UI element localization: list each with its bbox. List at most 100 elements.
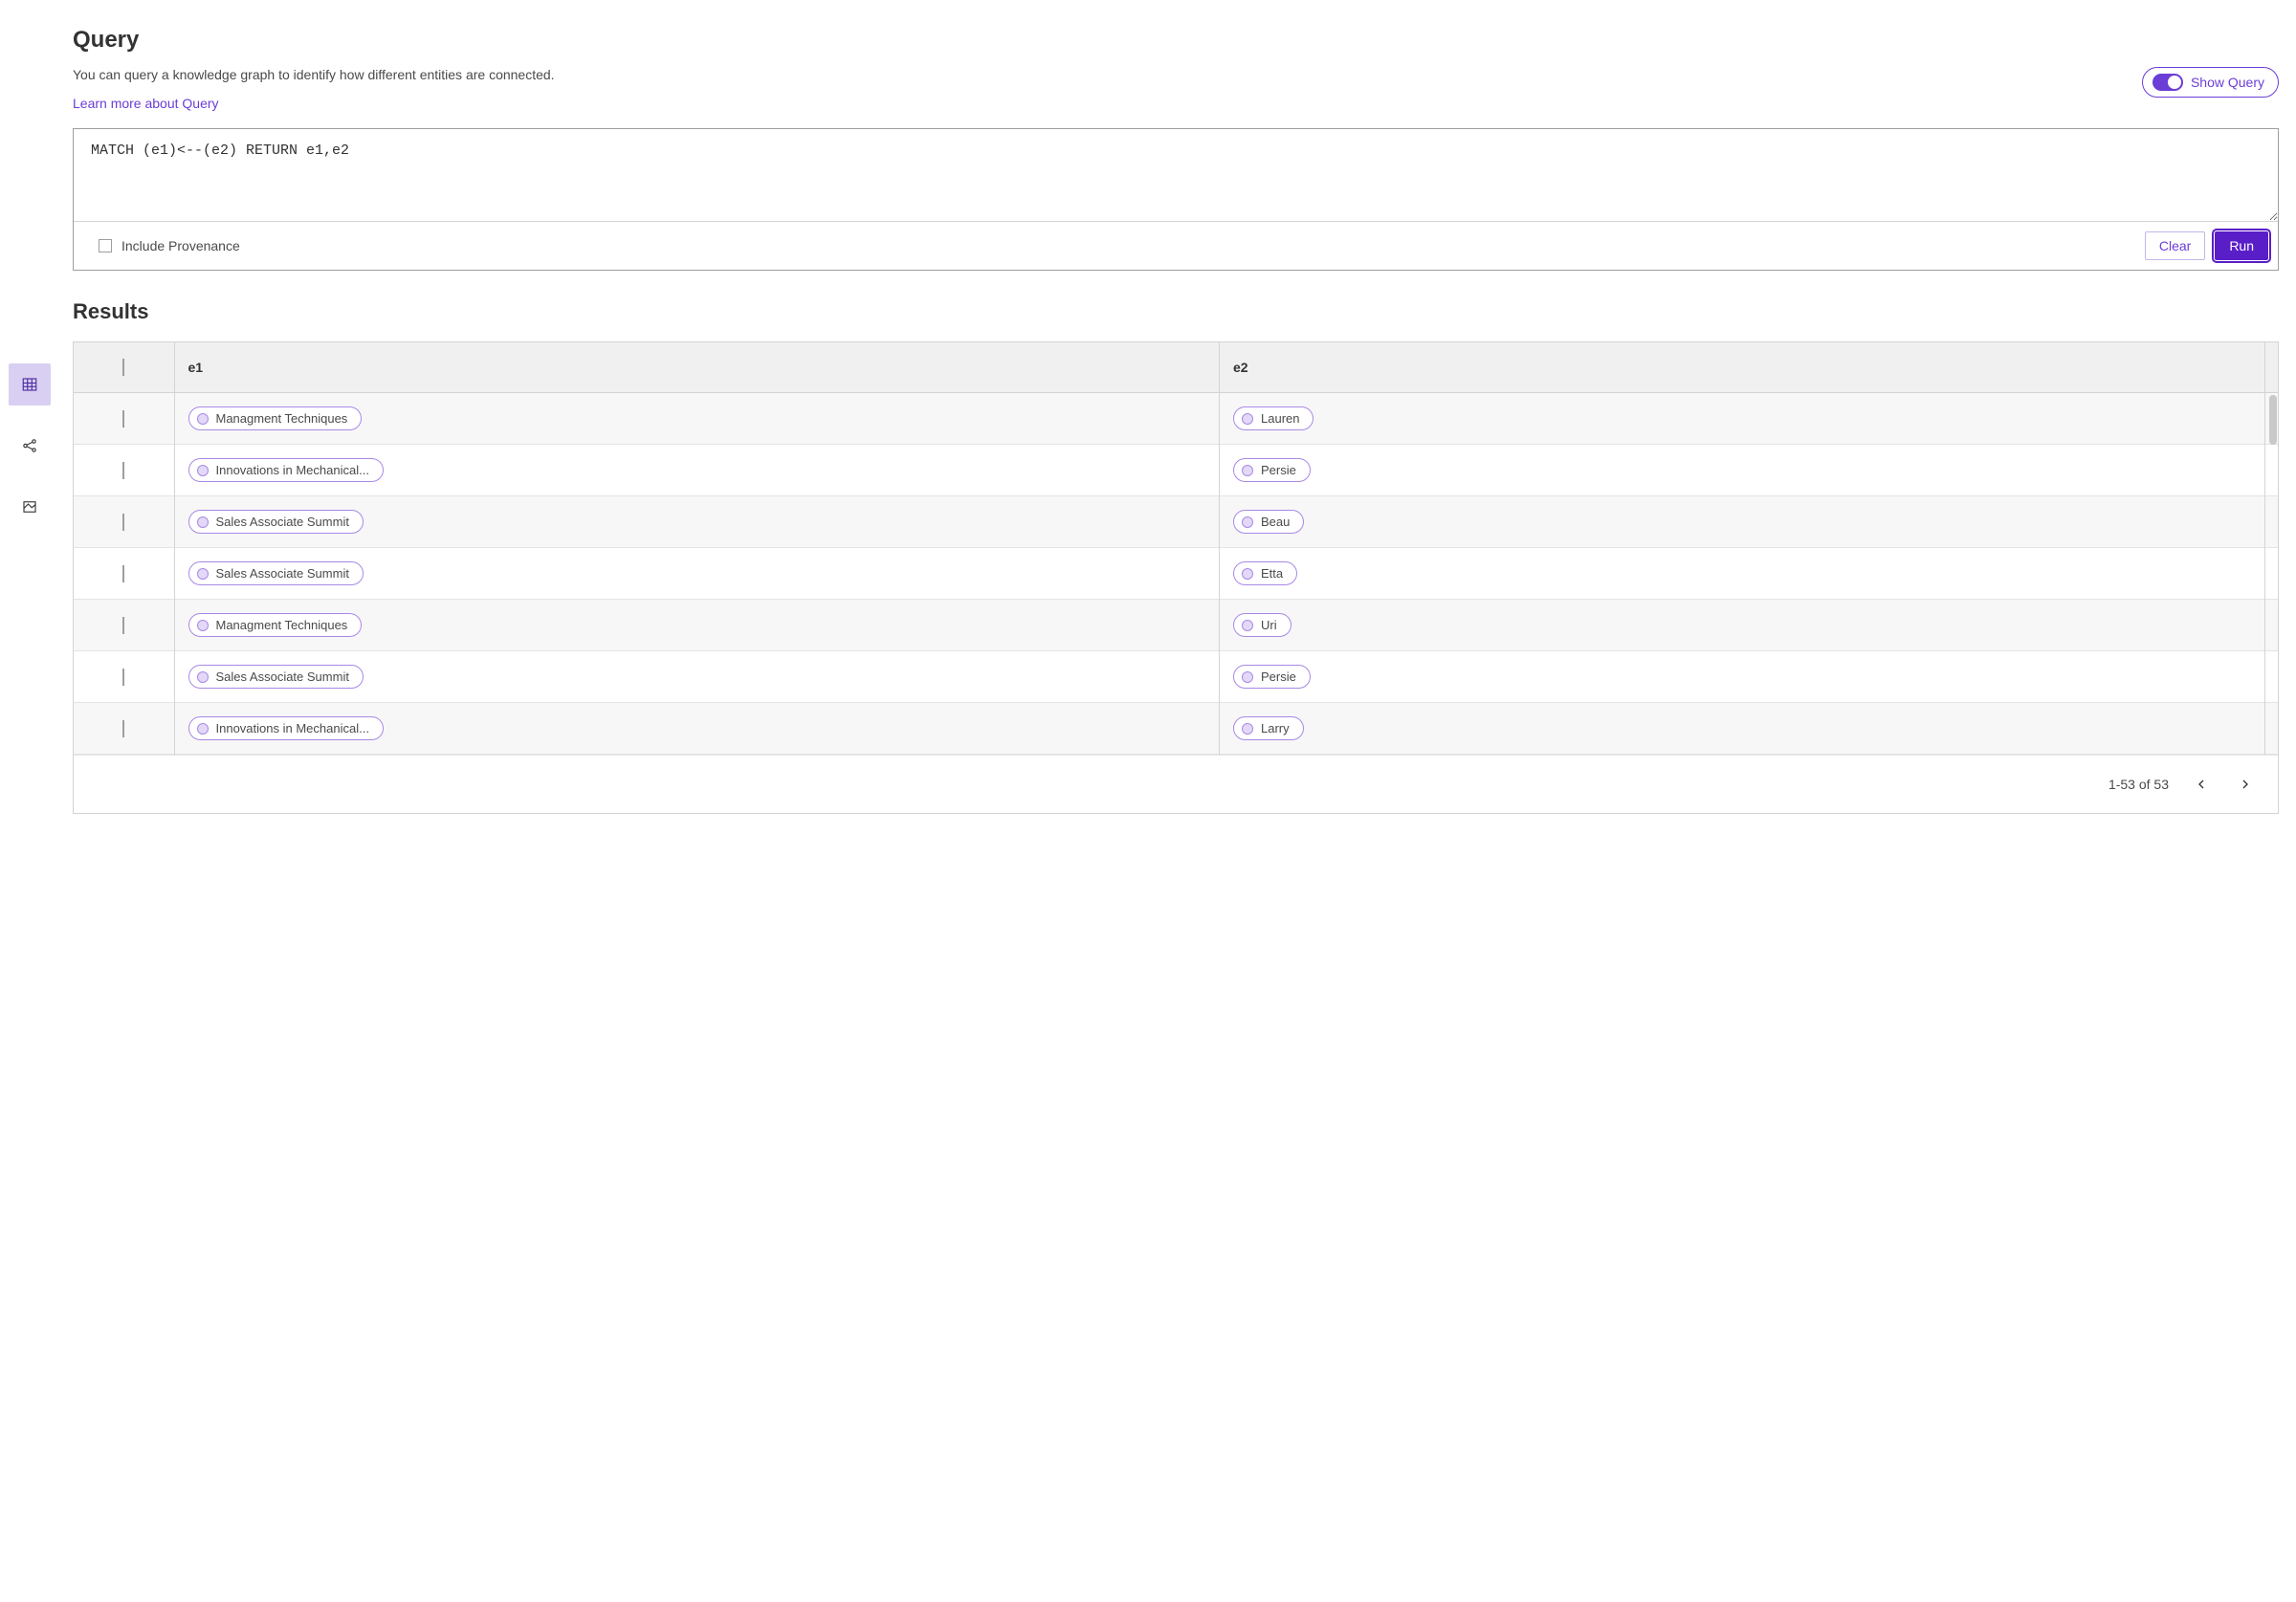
entity-pill[interactable]: Sales Associate Summit <box>188 561 364 585</box>
dot-icon <box>1242 465 1253 476</box>
row-select[interactable] <box>74 703 174 755</box>
sidebar-card-view[interactable] <box>9 486 51 528</box>
entity-label: Sales Associate Summit <box>216 566 349 581</box>
entity-label: Innovations in Mechanical... <box>216 721 369 735</box>
entity-label: Innovations in Mechanical... <box>216 463 369 477</box>
dot-icon <box>1242 413 1253 425</box>
table-row: Managment Techniques Lauren <box>74 393 2278 445</box>
row-select[interactable] <box>74 548 174 600</box>
entity-label: Sales Associate Summit <box>216 515 349 529</box>
entity-label: Managment Techniques <box>216 411 348 426</box>
cell-spacer <box>2264 445 2278 496</box>
run-button[interactable]: Run <box>2215 231 2268 260</box>
checkbox-icon <box>122 462 124 479</box>
include-provenance-label: Include Provenance <box>121 238 240 253</box>
dot-icon <box>197 516 209 528</box>
pagination-next[interactable] <box>2234 773 2257 796</box>
entity-pill[interactable]: Sales Associate Summit <box>188 510 364 534</box>
query-editor: Include Provenance Clear Run <box>73 128 2279 271</box>
toggle-switch-icon <box>2152 74 2183 91</box>
learn-more-link[interactable]: Learn more about Query <box>73 96 219 111</box>
entity-label: Persie <box>1261 463 1296 477</box>
graph-icon <box>21 437 38 454</box>
entity-label: Lauren <box>1261 411 1299 426</box>
entity-pill[interactable]: Persie <box>1233 665 1311 689</box>
checkbox-icon <box>122 617 124 634</box>
dot-icon <box>197 568 209 580</box>
cell-spacer <box>2264 600 2278 651</box>
entity-pill[interactable]: Persie <box>1233 458 1311 482</box>
dot-icon <box>1242 671 1253 683</box>
entity-label: Etta <box>1261 566 1283 581</box>
column-header-e1[interactable]: e1 <box>174 342 1220 393</box>
checkbox-icon <box>122 514 124 531</box>
entity-label: Persie <box>1261 669 1296 684</box>
table-row: Innovations in Mechanical... Persie <box>74 445 2278 496</box>
column-header-e2[interactable]: e2 <box>1220 342 2265 393</box>
entity-pill[interactable]: Sales Associate Summit <box>188 665 364 689</box>
dot-icon <box>197 671 209 683</box>
entity-pill[interactable]: Uri <box>1233 613 1292 637</box>
checkbox-icon <box>122 410 124 428</box>
row-select[interactable] <box>74 393 174 445</box>
checkbox-icon <box>99 239 112 252</box>
cell-spacer <box>2264 703 2278 755</box>
sidebar-graph-view[interactable] <box>9 425 51 467</box>
card-icon <box>21 498 38 516</box>
scrollbar[interactable] <box>2269 395 2277 445</box>
dot-icon <box>1242 516 1253 528</box>
sidebar-table-view[interactable] <box>9 363 51 406</box>
checkbox-icon <box>122 669 124 686</box>
row-select[interactable] <box>74 445 174 496</box>
cell-spacer <box>2264 496 2278 548</box>
entity-pill[interactable]: Innovations in Mechanical... <box>188 458 384 482</box>
show-query-label: Show Query <box>2191 75 2264 90</box>
table-row: Sales Associate Summit Beau <box>74 496 2278 548</box>
select-all-header[interactable] <box>74 342 174 393</box>
entity-pill[interactable]: Beau <box>1233 510 1304 534</box>
entity-pill[interactable]: Larry <box>1233 716 1304 740</box>
row-select[interactable] <box>74 496 174 548</box>
dot-icon <box>197 465 209 476</box>
cell-spacer <box>2264 548 2278 600</box>
results-table: e1 e2 Managment Techniques Lauren Innovati… <box>73 341 2279 814</box>
entity-pill[interactable]: Etta <box>1233 561 1297 585</box>
page-subtitle: You can query a knowledge graph to ident… <box>73 67 555 82</box>
chevron-right-icon <box>2238 777 2253 792</box>
row-select[interactable] <box>74 651 174 703</box>
entity-label: Uri <box>1261 618 1277 632</box>
query-textarea[interactable] <box>74 129 2278 221</box>
entity-label: Beau <box>1261 515 1290 529</box>
dot-icon <box>1242 723 1253 735</box>
results-title: Results <box>73 299 2279 324</box>
entity-label: Managment Techniques <box>216 618 348 632</box>
entity-pill[interactable]: Managment Techniques <box>188 613 363 637</box>
dot-icon <box>197 723 209 735</box>
page-title: Query <box>73 27 2279 54</box>
entity-label: Larry <box>1261 721 1290 735</box>
dot-icon <box>197 413 209 425</box>
row-select[interactable] <box>74 600 174 651</box>
dot-icon <box>197 620 209 631</box>
column-spacer <box>2264 342 2278 393</box>
pagination-prev[interactable] <box>2190 773 2213 796</box>
pagination-range: 1-53 of 53 <box>2108 777 2169 792</box>
clear-button[interactable]: Clear <box>2145 231 2205 260</box>
entity-label: Sales Associate Summit <box>216 669 349 684</box>
entity-pill[interactable]: Managment Techniques <box>188 406 363 430</box>
checkbox-icon <box>122 359 124 376</box>
include-provenance-checkbox[interactable]: Include Provenance <box>99 238 240 253</box>
dot-icon <box>1242 568 1253 580</box>
chevron-left-icon <box>2194 777 2209 792</box>
table-icon <box>21 376 38 393</box>
table-row: Sales Associate Summit Etta <box>74 548 2278 600</box>
cell-spacer <box>2264 651 2278 703</box>
entity-pill[interactable]: Innovations in Mechanical... <box>188 716 384 740</box>
dot-icon <box>1242 620 1253 631</box>
sidebar <box>0 0 59 814</box>
checkbox-icon <box>122 565 124 582</box>
table-row: Innovations in Mechanical... Larry <box>74 703 2278 755</box>
show-query-toggle[interactable]: Show Query <box>2142 67 2279 98</box>
table-row: Sales Associate Summit Persie <box>74 651 2278 703</box>
entity-pill[interactable]: Lauren <box>1233 406 1314 430</box>
